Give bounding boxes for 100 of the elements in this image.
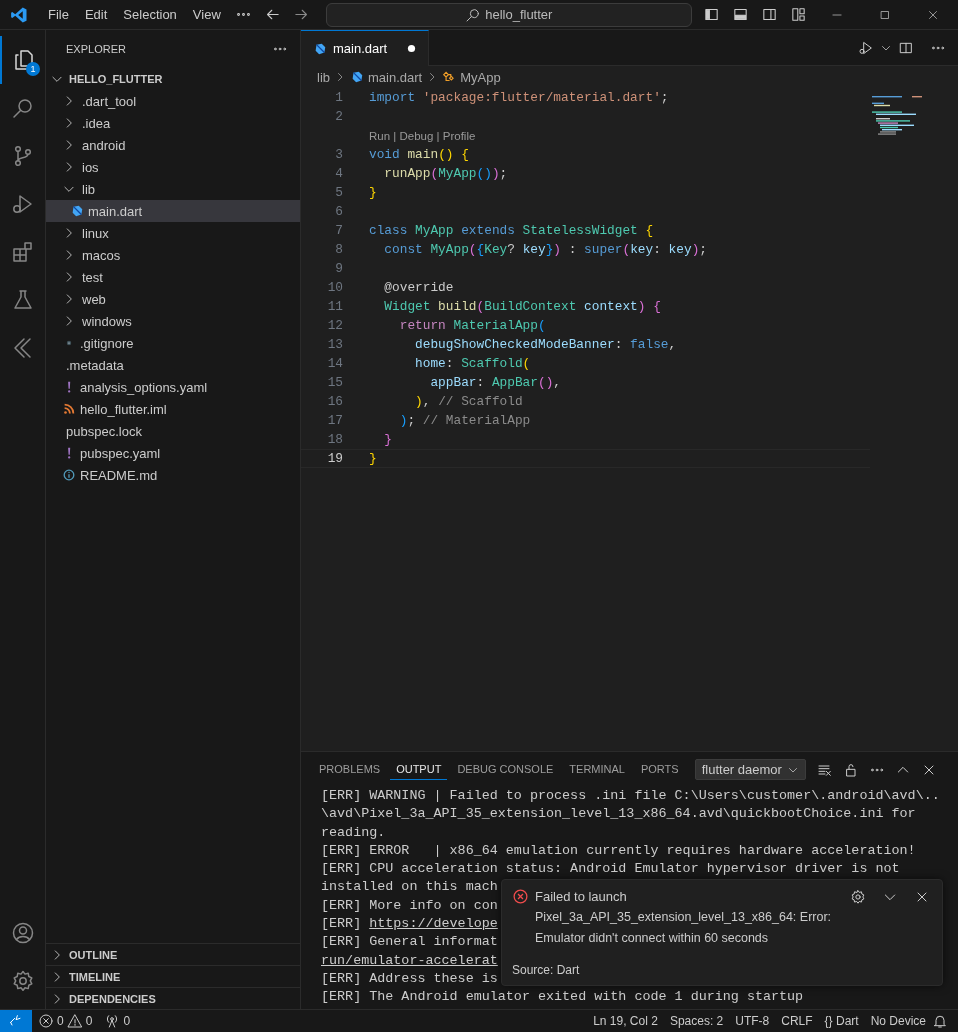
output-line: [ERR] More info on con bbox=[321, 897, 498, 913]
panel-tab[interactable]: PROBLEMS bbox=[313, 759, 387, 780]
tree-item[interactable]: pubspec.lock bbox=[46, 420, 300, 442]
extensions-icon[interactable] bbox=[10, 240, 35, 264]
run-debug-icon[interactable] bbox=[10, 192, 35, 216]
codelens-link[interactable]: Debug bbox=[399, 129, 434, 142]
line-number: 17 bbox=[326, 413, 343, 428]
warning-icon bbox=[66, 1013, 83, 1029]
split-layout-icon[interactable] bbox=[761, 6, 778, 23]
section-header[interactable]: TIMELINE bbox=[46, 965, 300, 987]
layout-icon[interactable] bbox=[790, 6, 807, 23]
ports-status[interactable]: 0 bbox=[98, 1013, 137, 1029]
line-number: 10 bbox=[326, 280, 343, 295]
code-line: appBar: AppBar(), bbox=[429, 375, 561, 390]
editor-tab[interactable]: main.dart bbox=[301, 30, 430, 66]
line-number: 8 bbox=[334, 242, 343, 257]
output-line: installed on this mach bbox=[321, 879, 498, 895]
account-icon[interactable] bbox=[10, 921, 35, 945]
tree-item[interactable]: web bbox=[46, 288, 300, 310]
tree-item[interactable]: android bbox=[46, 134, 300, 156]
tree-item[interactable]: README.md bbox=[46, 464, 300, 486]
section-header[interactable]: OUTLINE bbox=[46, 944, 300, 965]
output-line: [ERR] The Android emulator exited with code 1 during startup bbox=[321, 989, 804, 1005]
status-item[interactable]: {} Dart bbox=[818, 1014, 865, 1028]
menu-item[interactable]: Selection bbox=[115, 7, 185, 22]
channel-dropdown[interactable]: flutter daemor bbox=[694, 759, 806, 780]
status-item[interactable]: CRLF bbox=[775, 1014, 819, 1028]
output-line: \avd\Pixel_3a_API_35_extension_level_13_x86_64.avd\quickbootChoice.ini for bbox=[321, 806, 916, 822]
class-icon bbox=[442, 70, 457, 84]
tree-item[interactable]: .gitignore bbox=[46, 332, 300, 354]
tree-item[interactable]: test bbox=[46, 266, 300, 288]
file-icon bbox=[70, 204, 84, 218]
tree-item[interactable]: pubspec.yaml bbox=[46, 442, 300, 464]
problems-status[interactable]: 0 0 bbox=[32, 1013, 99, 1029]
line-number: 4 bbox=[334, 166, 343, 181]
line-number: 13 bbox=[326, 337, 343, 352]
code-line: } bbox=[383, 432, 393, 447]
folder-header[interactable]: HELLO_FLUTTER bbox=[46, 68, 300, 90]
panel-toggle-icon[interactable] bbox=[732, 6, 749, 23]
sidebar-title: EXPLORER bbox=[66, 43, 126, 55]
info-icon bbox=[62, 468, 76, 482]
command-center[interactable]: hello_flutter bbox=[325, 2, 692, 27]
panel-tab[interactable]: OUTPUT bbox=[390, 759, 448, 780]
panel-tab[interactable]: PORTS bbox=[634, 759, 685, 780]
line-number: 15 bbox=[326, 375, 343, 390]
search-icon[interactable] bbox=[10, 96, 35, 120]
line-number: 12 bbox=[326, 318, 343, 333]
tree-item[interactable]: .dart_tool bbox=[46, 90, 300, 112]
code-line: class MyApp extends StatelessWidget { bbox=[369, 223, 654, 238]
tree-item[interactable]: lib bbox=[46, 178, 300, 200]
tree-item[interactable]: .metadata bbox=[46, 354, 300, 376]
code-line: const MyApp({Key? key}) : super(key: key); bbox=[383, 242, 707, 257]
line-number: 11 bbox=[326, 299, 343, 314]
line-number: 16 bbox=[326, 394, 343, 409]
panel-tab[interactable]: DEBUG CONSOLE bbox=[451, 759, 560, 780]
output-line: [ERR] CPU acceleration status: Android Emulator hypervisor driver is not bbox=[321, 861, 900, 877]
tree-item[interactable]: main.dart bbox=[46, 200, 300, 222]
line-number: 6 bbox=[334, 204, 343, 219]
error-icon bbox=[512, 888, 529, 905]
codelens-link[interactable]: Profile bbox=[442, 129, 476, 142]
settings-icon[interactable] bbox=[850, 888, 866, 905]
code-line: ), // Scaffold bbox=[414, 394, 523, 409]
status-item[interactable]: Ln 19, Col 2 bbox=[587, 1014, 664, 1028]
tree-item[interactable]: .idea bbox=[46, 112, 300, 134]
notification-source: Source: Dart bbox=[512, 963, 581, 977]
tree-item[interactable]: hello_flutter.iml bbox=[46, 398, 300, 420]
status-item[interactable]: Spaces: 2 bbox=[663, 1014, 730, 1028]
breadcrumb-item[interactable]: MyApp bbox=[442, 69, 501, 85]
line-number: 18 bbox=[326, 432, 343, 447]
tree-item[interactable]: linux bbox=[46, 222, 300, 244]
tree-item[interactable]: windows bbox=[46, 310, 300, 332]
code-line: runApp(MyApp()); bbox=[383, 166, 508, 181]
section-header[interactable]: DEPENDENCIES bbox=[46, 987, 300, 1009]
output-line: [ERR] bbox=[321, 916, 363, 932]
breadcrumb-item[interactable]: lib bbox=[317, 69, 330, 85]
panel-tab[interactable]: TERMINAL bbox=[563, 759, 631, 780]
tree-item[interactable]: analysis_options.yaml bbox=[46, 376, 300, 398]
code-line: import 'package:flutter/material.dart'; bbox=[369, 90, 669, 105]
status-item[interactable]: UTF-8 bbox=[729, 1014, 776, 1028]
tree-item[interactable]: macos bbox=[46, 244, 300, 266]
menu-item[interactable]: View bbox=[184, 7, 229, 22]
output-line: [ERR] WARNING | Failed to process .ini file C:\Users\customer\.android\avd\.. bbox=[321, 788, 940, 803]
code-line: debugShowCheckedModeBanner: false, bbox=[414, 337, 677, 352]
output-link[interactable]: https://develope bbox=[369, 916, 498, 932]
run-debug-icon[interactable] bbox=[858, 39, 874, 56]
sidebar-toggle-icon[interactable] bbox=[703, 6, 720, 23]
line-number: 14 bbox=[326, 356, 343, 371]
file-icon bbox=[313, 41, 327, 56]
dot-icon bbox=[407, 44, 417, 53]
notification-message: Pixel_3a_API_35_extension_level_13_x86_64: Error: Emulator didn't connect within 60 seconds bbox=[535, 909, 833, 947]
logo-icon bbox=[10, 5, 28, 24]
status-item[interactable]: No Device bbox=[864, 1014, 932, 1028]
bell-icon[interactable] bbox=[932, 1013, 948, 1029]
output-link[interactable]: run/emulator-accelerat bbox=[321, 952, 498, 968]
breadcrumb-item[interactable]: main.dart bbox=[350, 69, 423, 85]
menu-item[interactable]: Edit bbox=[76, 7, 116, 22]
menu-item[interactable]: File bbox=[40, 7, 77, 22]
codelens-link[interactable]: Run bbox=[369, 129, 391, 142]
tree-item[interactable]: ios bbox=[46, 156, 300, 178]
feed-icon bbox=[62, 402, 76, 416]
